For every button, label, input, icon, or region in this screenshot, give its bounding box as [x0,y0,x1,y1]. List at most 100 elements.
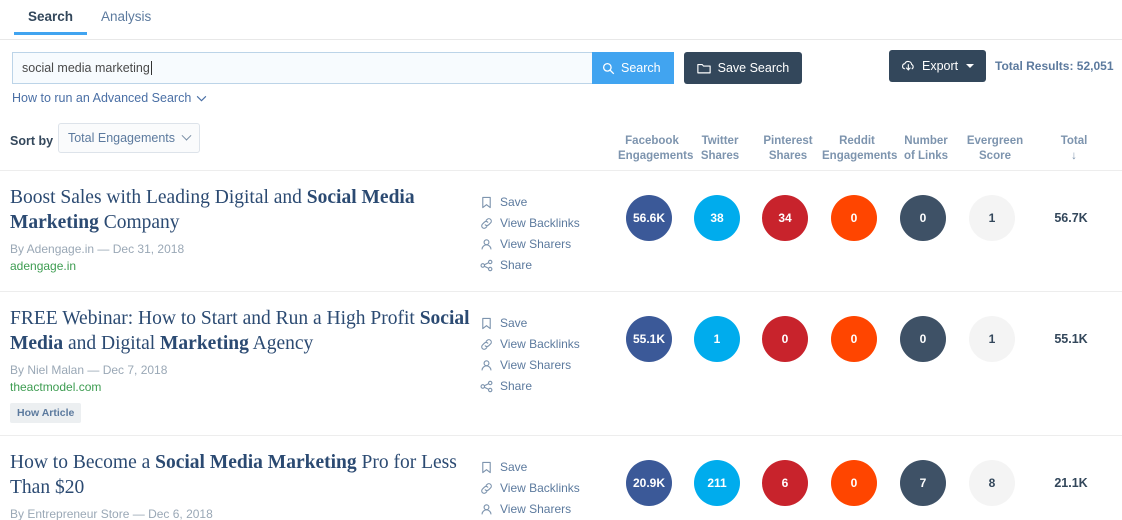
result-content: FREE Webinar: How to Start and Run a Hig… [0,306,480,423]
chevron-down-icon [196,95,207,102]
result-actions: SaveView BacklinksView SharersShare [480,450,615,520]
column-header-line1: Reddit [822,134,892,149]
result-row: How to Become a Social Media Marketing P… [0,435,1122,520]
column-header-line1: Facebook [618,134,686,149]
result-metrics: 20.9K211607821.1K [615,450,1122,520]
save-search-button[interactable]: Save Search [684,52,803,84]
chevron-down-icon [182,130,192,140]
metric-links: 0 [889,316,957,362]
action-save[interactable]: Save [480,460,615,474]
search-button[interactable]: Search [592,52,674,84]
save-search-label: Save Search [718,61,790,75]
metric-facebook: 56.6K [615,195,683,241]
action-label: Share [500,379,532,393]
action-view-backlinks[interactable]: View Backlinks [480,337,615,351]
action-view-sharers[interactable]: View Sharers [480,502,615,516]
bookmark-icon [480,317,493,330]
result-byline: By Adengage.in — Dec 31, 2018 [10,242,480,256]
result-content: How to Become a Social Media Marketing P… [0,450,480,520]
metric-circle-pinterest: 6 [762,460,808,506]
metric-circle-facebook: 55.1K [626,316,672,362]
search-button-label: Search [621,61,661,75]
result-title-highlight: Marketing [160,333,249,354]
metric-total-value: 55.1K [1027,316,1115,362]
tab-search[interactable]: Search [14,0,87,34]
metric-evergreen: 1 [957,316,1027,362]
action-share[interactable]: Share [480,258,615,272]
column-header[interactable]: Total ↓ [1030,124,1118,164]
action-label: View Sharers [500,502,571,516]
link-icon [480,217,493,230]
column-header[interactable]: FacebookEngagements [618,124,686,164]
export-button[interactable]: Export [889,50,986,82]
column-header[interactable]: EvergreenScore [960,124,1030,164]
metric-circle-reddit: 0 [831,460,877,506]
action-label: View Sharers [500,358,571,372]
advanced-search-link[interactable]: How to run an Advanced Search [12,91,207,105]
sort-by-value: Total Engagements [68,131,175,145]
search-results-page: SearchAnalysis social media marketing Se… [0,0,1122,520]
metric-total: 56.7K [1027,195,1115,241]
action-view-sharers[interactable]: View Sharers [480,237,615,251]
action-share[interactable]: Share [480,379,615,393]
action-label: Save [500,460,527,474]
action-view-backlinks[interactable]: View Backlinks [480,216,615,230]
metric-circle-twitter: 38 [694,195,740,241]
metric-reddit: 0 [819,316,889,362]
metric-facebook: 55.1K [615,316,683,362]
action-view-sharers[interactable]: View Sharers [480,358,615,372]
action-save[interactable]: Save [480,316,615,330]
column-header-line1: Evergreen [960,134,1030,149]
result-title-text: Agency [249,333,313,354]
chevron-down-icon [966,64,974,68]
metric-total-value: 56.7K [1027,195,1115,241]
result-domain[interactable]: adengage.in [10,259,480,273]
column-header-line2: Score [960,149,1030,164]
metric-circle-reddit: 0 [831,195,877,241]
metric-pinterest: 34 [751,195,819,241]
metric-reddit: 0 [819,195,889,241]
search-input[interactable]: social media marketing [12,52,592,84]
metric-circle-twitter: 1 [694,316,740,362]
metric-total-value: 21.1K [1027,460,1115,506]
result-title-text: FREE Webinar: How to Start and Run a Hig… [10,308,420,329]
action-save[interactable]: Save [480,195,615,209]
result-row: Boost Sales with Leading Digital and Soc… [0,170,1122,291]
action-view-backlinks[interactable]: View Backlinks [480,481,615,495]
cloud-download-icon [901,59,916,73]
results-header: Sort by Total Engagements FacebookEngage… [0,118,1122,170]
metric-circle-pinterest: 34 [762,195,808,241]
column-headers: FacebookEngagementsTwitterSharesPinteres… [618,124,1118,164]
result-title[interactable]: Boost Sales with Leading Digital and Soc… [10,185,480,235]
metric-circle-pinterest: 0 [762,316,808,362]
metric-facebook: 20.9K [615,460,683,506]
metric-circle-reddit: 0 [831,316,877,362]
link-icon [480,338,493,351]
metric-circle-links: 0 [900,195,946,241]
metric-circle-evergreen: 8 [969,460,1015,506]
action-label: View Sharers [500,237,571,251]
advanced-search-label: How to run an Advanced Search [12,91,191,105]
folder-icon [697,62,711,75]
text-cursor [151,61,152,75]
bookmark-icon [480,461,493,474]
column-header[interactable]: PinterestShares [754,124,822,164]
result-title[interactable]: FREE Webinar: How to Start and Run a Hig… [10,306,480,356]
column-header[interactable]: TwitterShares [686,124,754,164]
result-content: Boost Sales with Leading Digital and Soc… [0,185,480,279]
result-byline: By Entrepreneur Store — Dec 6, 2018 [10,507,480,520]
action-label: Share [500,258,532,272]
sort-by-select[interactable]: Total Engagements [58,123,200,153]
result-byline: By Niel Malan — Dec 7, 2018 [10,363,480,377]
results-list: Boost Sales with Leading Digital and Soc… [0,170,1122,520]
metric-total: 55.1K [1027,316,1115,362]
column-header-line1: Number [892,134,960,149]
tab-bar: SearchAnalysis [0,0,1122,40]
result-domain[interactable]: theactmodel.com [10,380,480,394]
column-header[interactable]: RedditEngagements [822,124,892,164]
result-title[interactable]: How to Become a Social Media Marketing P… [10,450,480,500]
tab-analysis[interactable]: Analysis [87,0,165,34]
column-header[interactable]: Numberof Links [892,124,960,164]
result-badge: How Article [10,403,81,423]
export-button-label: Export [922,59,958,73]
